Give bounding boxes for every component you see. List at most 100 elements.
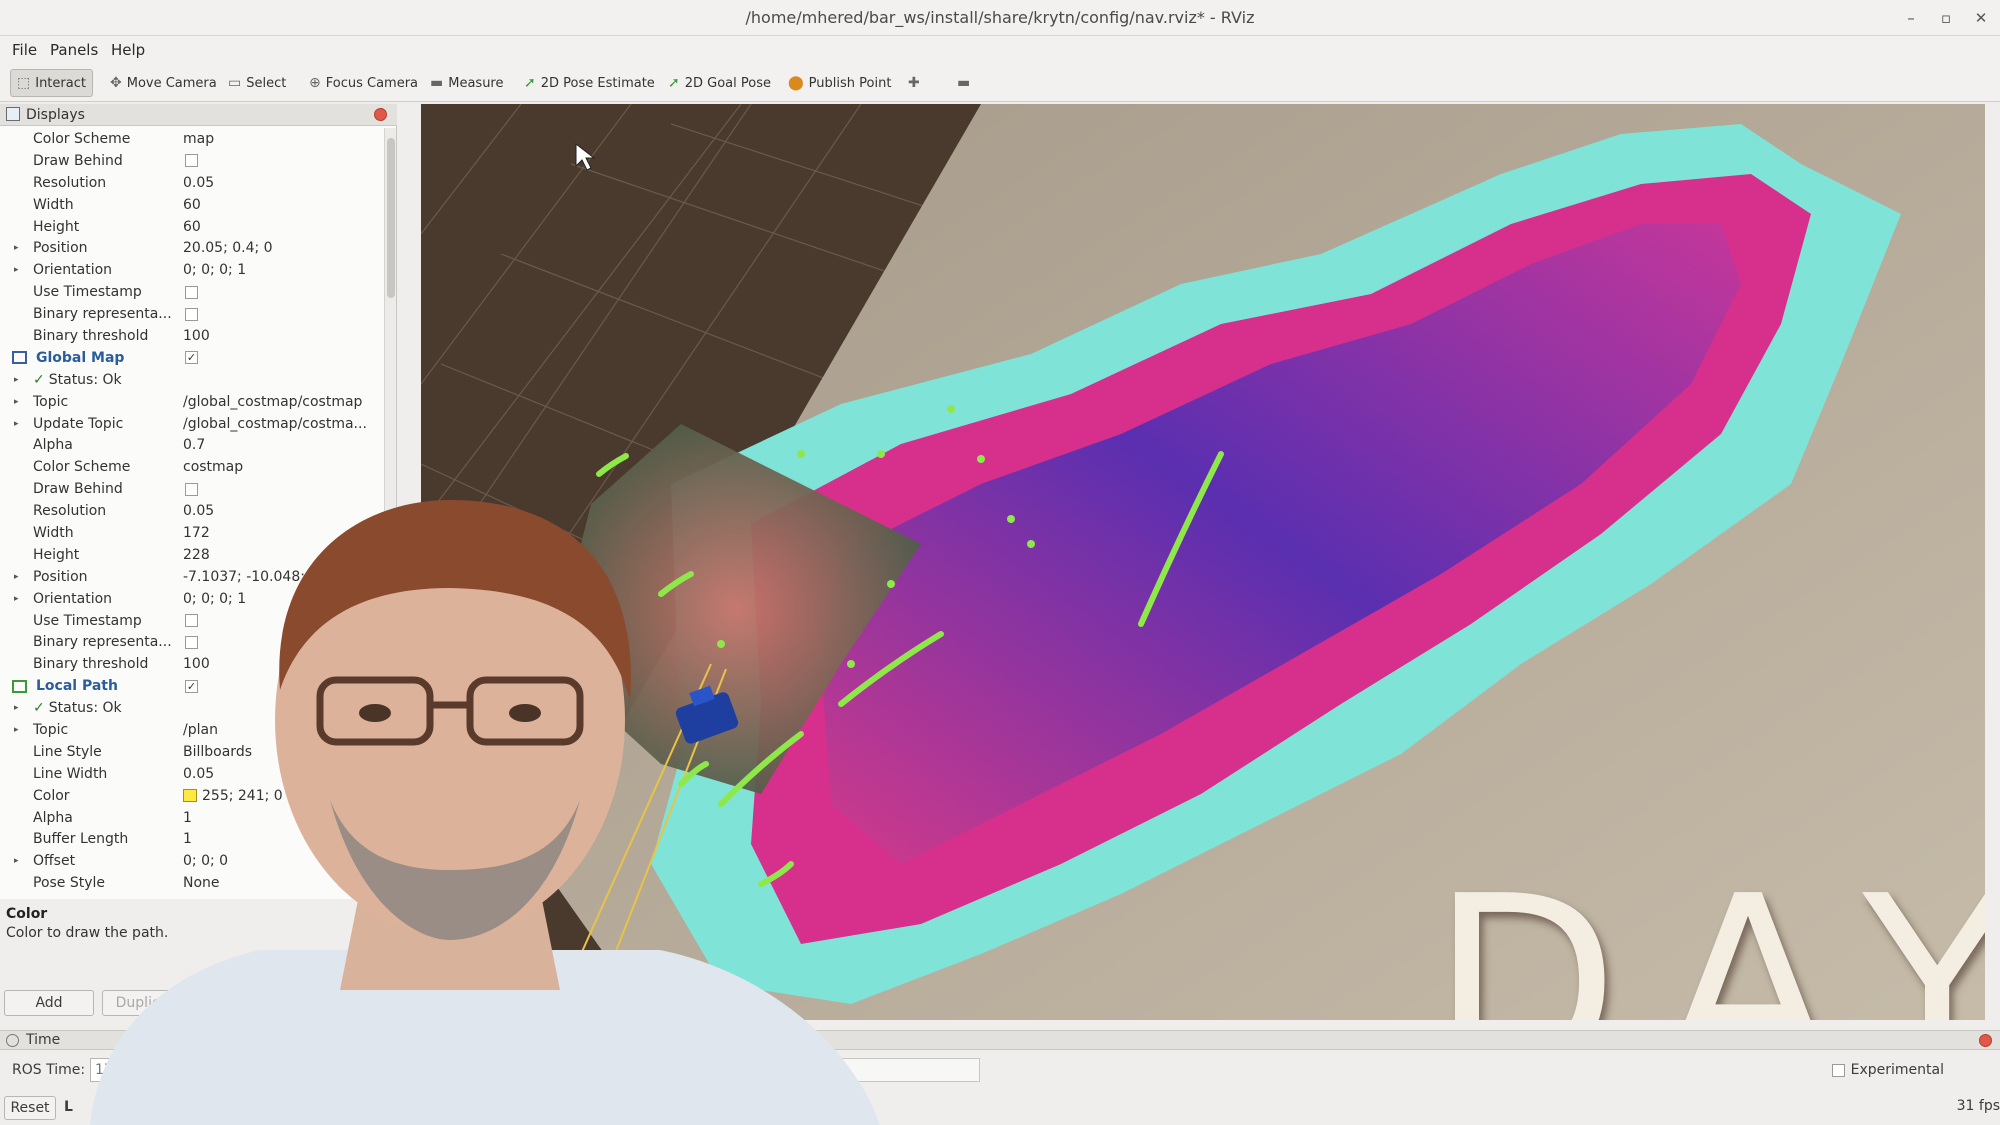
fps-counter: 31 fps [1956, 1098, 2000, 1114]
property-name: Resolution [33, 174, 107, 191]
property-name: Use Timestamp [33, 284, 142, 301]
property-value[interactable]: 60 [183, 197, 201, 213]
property-row[interactable]: ▸ Position 20.05; 0.4; 0 [0, 237, 383, 259]
property-name: Height [33, 218, 80, 235]
select-tool[interactable]: ▭ Select [222, 69, 292, 97]
pose-estimate-tool[interactable]: ➚ 2D Pose Estimate [518, 69, 661, 97]
property-value[interactable]: 20.05; 0.4; 0 [183, 240, 273, 256]
experimental-box[interactable] [1831, 1063, 1845, 1077]
map-display-icon [12, 351, 27, 365]
goal-pose-tool[interactable]: ➚ 2D Goal Pose [662, 69, 777, 97]
property-name: ✓ Status: Ok [33, 371, 122, 388]
select-icon: ▭ [228, 75, 242, 91]
rviz-window: /home/mhered/bar_ws/install/share/krytn/… [0, 0, 2000, 1125]
property-row[interactable]: Use Timestamp [0, 281, 383, 303]
menu-bar: File Panels Help [0, 36, 2000, 64]
property-name: Binary threshold [33, 327, 149, 344]
property-row[interactable]: Alpha 0.7 [0, 434, 383, 456]
displays-icon [6, 107, 20, 121]
property-value[interactable]: /global_costmap/costma... [183, 416, 367, 432]
property-value[interactable]: map [183, 131, 214, 147]
property-row[interactable]: ▸ Topic/global_costmap/costmap [0, 391, 383, 413]
experimental-checkbox[interactable]: Experimental [1831, 1062, 1944, 1078]
add-tool-button[interactable]: ✚ [902, 69, 926, 97]
property-row[interactable]: ▸ Orientation 0; 0; 0; 1 [0, 259, 383, 281]
displays-title: Displays [26, 106, 85, 123]
focus-camera-tool[interactable]: ⊕ Focus Camera [303, 69, 424, 97]
interact-tool[interactable]: ⬚ Interact [10, 69, 93, 97]
property-row[interactable]: Color Scheme map [0, 128, 383, 150]
close-panel-icon[interactable] [374, 108, 387, 121]
property-value[interactable]: 60 [183, 219, 201, 235]
property-value[interactable]: 0.7 [183, 437, 205, 453]
property-name: Binary representa... [33, 306, 172, 323]
expand-arrow-icon[interactable]: ▸ [14, 397, 19, 407]
presenter-webcam-overlay [90, 500, 880, 1125]
property-name: Color Scheme [33, 130, 131, 147]
property-name: Draw Behind [33, 152, 123, 169]
property-name: Width [33, 196, 74, 213]
arrow-green-icon: ➚ [524, 75, 536, 91]
ruler-icon: ▬ [430, 75, 444, 91]
goal-pose-label: 2D Goal Pose [684, 75, 771, 91]
expand-arrow-icon[interactable]: ▸ [14, 419, 19, 429]
property-row[interactable]: Width 60 [0, 194, 383, 216]
property-row[interactable]: Binary representa... [0, 303, 383, 325]
property-checkbox[interactable] [185, 285, 198, 299]
cursor-icon: ⬚ [17, 75, 31, 91]
expand-arrow-icon[interactable]: ▸ [14, 243, 19, 253]
title-bar: /home/mhered/bar_ws/install/share/krytn/… [0, 0, 2000, 36]
property-row[interactable]: Binary threshold 100 [0, 325, 383, 347]
property-name: Position [33, 240, 88, 257]
minimize-button[interactable]: – [1900, 7, 1922, 29]
status-ok-icon: ✓ [33, 371, 45, 388]
property-name: Topic [33, 393, 69, 410]
window-title: /home/mhered/bar_ws/install/share/krytn/… [745, 8, 1255, 27]
pose-estimate-label: 2D Pose Estimate [540, 75, 655, 91]
menu-file[interactable]: File [12, 41, 37, 59]
close-time-panel-icon[interactable] [1979, 1034, 1992, 1047]
plus-icon: ✚ [908, 75, 920, 91]
crosshair-icon: ⊕ [309, 75, 321, 91]
property-name: Orientation [33, 262, 113, 279]
property-value[interactable]: 0.05 [183, 175, 214, 191]
property-name: Alpha [33, 437, 73, 454]
property-checkbox[interactable] [185, 154, 198, 168]
experimental-label: Experimental [1850, 1062, 1944, 1078]
interact-label: Interact [35, 75, 86, 91]
publish-point-label: Publish Point [808, 75, 892, 91]
expand-arrow-icon[interactable]: ▸ [14, 265, 19, 275]
displays-header: Displays [0, 104, 397, 126]
scrollbar-thumb[interactable] [387, 138, 395, 298]
property-row[interactable]: Global Map ✓ [0, 347, 383, 369]
maximize-button[interactable]: ▫ [1935, 7, 1957, 29]
menu-panels[interactable]: Panels [50, 41, 98, 59]
property-name: Update Topic [33, 415, 124, 432]
arrow-goal-icon: ➚ [668, 75, 680, 91]
measure-label: Measure [448, 75, 504, 91]
publish-point-tool[interactable]: ⬤ Publish Point [782, 69, 897, 97]
select-label: Select [246, 75, 287, 91]
menu-help[interactable]: Help [111, 41, 145, 59]
property-value[interactable]: /global_costmap/costmap [183, 394, 362, 410]
move-icon: ✥ [110, 75, 122, 91]
property-checkbox[interactable] [185, 307, 198, 321]
tool-bar: ⬚ Interact ✥ Move Camera ▭ Select ⊕ Focu… [0, 64, 2000, 102]
focus-camera-label: Focus Camera [325, 75, 419, 91]
move-camera-label: Move Camera [126, 75, 217, 91]
expand-arrow-icon[interactable]: ▸ [14, 375, 19, 385]
property-row[interactable]: Resolution 0.05 [0, 172, 383, 194]
property-value[interactable]: 0; 0; 0; 1 [183, 262, 246, 278]
measure-tool[interactable]: ▬ Measure [424, 69, 509, 97]
property-name: Global Map [36, 349, 125, 366]
pin-icon: ⬤ [788, 75, 804, 91]
remove-tool-button[interactable]: ▬ [951, 69, 976, 97]
property-row[interactable]: Height 60 [0, 216, 383, 238]
move-camera-tool[interactable]: ✥ Move Camera [104, 69, 223, 97]
property-checkbox[interactable]: ✓ [185, 351, 198, 365]
property-row[interactable]: Draw Behind [0, 150, 383, 172]
property-value[interactable]: 100 [183, 328, 210, 344]
close-button[interactable]: ✕ [1970, 7, 1992, 29]
property-row[interactable]: ▸ Update Topic/global_costmap/costma... [0, 413, 383, 435]
property-row[interactable]: ▸ ✓ Status: Ok [0, 369, 383, 391]
